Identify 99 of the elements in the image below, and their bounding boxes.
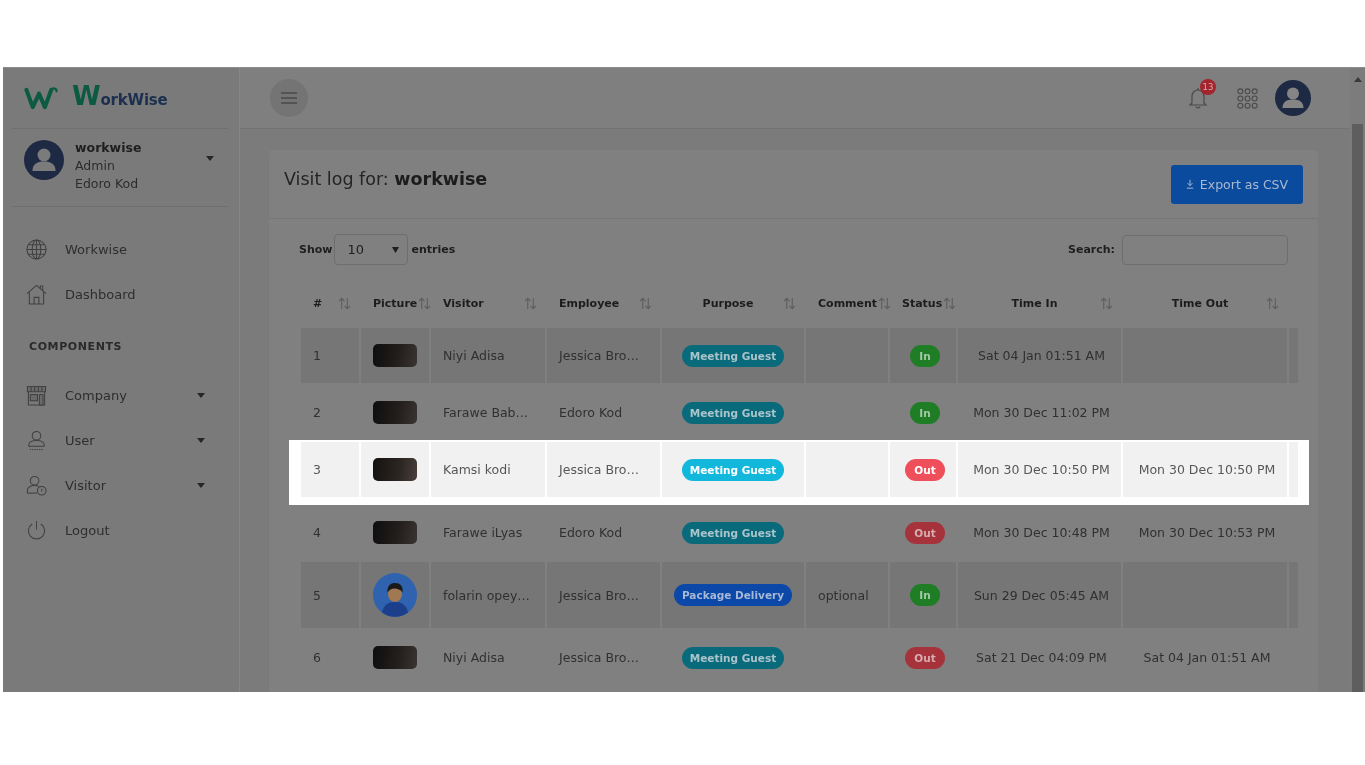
sort-arrows-icon: [338, 296, 351, 310]
status-badge: In: [910, 401, 940, 424]
visitor-name: Niyi Adisa: [431, 328, 545, 383]
caret-down-icon[interactable]: [206, 156, 214, 161]
user-icon: [26, 430, 47, 451]
export-csv-button[interactable]: Export as CSV: [1171, 164, 1303, 204]
purpose-tag: Meeting Guest: [681, 458, 785, 481]
sort-arrows-icon: [943, 296, 957, 310]
notification-count: 13: [1200, 79, 1216, 95]
purpose-tag: Meeting Guest: [681, 344, 785, 367]
time-out: Mon 30 Dec 10:50 PM: [1123, 442, 1287, 497]
comment-text: optional: [806, 562, 888, 628]
row-number: 3: [301, 442, 359, 497]
column-header[interactable]: Picture: [361, 285, 429, 321]
user-name: workwise: [75, 139, 142, 157]
photo-placeholder: [373, 646, 417, 669]
sort-arrows-icon: [639, 296, 652, 310]
user-avatar-icon: [24, 140, 64, 180]
row-number: 6: [312, 649, 322, 667]
row-number: 1: [301, 328, 359, 383]
status-badge: In: [910, 344, 940, 367]
sort-arrows-icon: [1266, 296, 1279, 310]
w-logo-icon: [24, 85, 59, 111]
visitor-name: Farawe Bab…: [442, 404, 530, 422]
show-label: Show: [299, 243, 333, 256]
column-header[interactable]: Time In: [958, 285, 1121, 321]
profile-avatar-icon[interactable]: [1275, 80, 1311, 116]
purpose-tag: Meeting Guest: [681, 646, 785, 669]
time-in: Mon 30 Dec 10:48 PM: [972, 524, 1111, 542]
user-role: Admin: [75, 157, 115, 175]
column-header[interactable]: Visitor: [431, 285, 545, 321]
column-header[interactable]: Comment: [806, 285, 888, 321]
sort-arrows-icon: [878, 296, 892, 310]
time-in: Mon 30 Dec 10:50 PM: [958, 442, 1121, 497]
apps-grid-icon[interactable]: [1237, 87, 1258, 109]
house-icon: [26, 284, 47, 305]
employee-name: Jessica Bro…: [547, 328, 660, 383]
status-badge: Out: [905, 458, 945, 481]
globe-icon: [26, 239, 47, 260]
time-in: Sat 04 Jan 01:51 AM: [958, 328, 1121, 383]
scroll-up-arrow-icon[interactable]: [1353, 77, 1362, 82]
storefront-icon: [26, 385, 47, 406]
visitor-name: Niyi Adisa: [442, 649, 506, 667]
purpose-tag: Meeting Guest: [681, 521, 785, 544]
nav-item[interactable]: Visitor: [12, 463, 228, 508]
logo-text: WorkWise: [72, 82, 168, 113]
employee-name: Jessica Bro…: [547, 442, 660, 497]
person-clock-icon: [26, 475, 47, 496]
sort-arrows-icon: [783, 296, 796, 310]
time-out: Sat 04 Jan 01:51 AM: [1142, 649, 1272, 667]
dropdown-arrow-icon: [392, 246, 400, 253]
row-number: 2: [312, 404, 322, 422]
entries-label: entries: [411, 243, 456, 256]
page-size-select[interactable]: 10: [334, 234, 409, 265]
nav-item[interactable]: Dashboard: [12, 272, 228, 317]
purpose-tag: Meeting Guest: [681, 401, 785, 424]
power-icon: [26, 520, 47, 541]
column-header[interactable]: #: [301, 285, 359, 321]
employee-name: Edoro Kod: [558, 524, 624, 542]
time-in: Sat 21 Dec 04:09 PM: [975, 649, 1108, 667]
photo-placeholder: [373, 458, 417, 481]
scrollbar-thumb[interactable]: [1352, 124, 1363, 692]
nav-item[interactable]: Logout: [12, 508, 228, 553]
column-header[interactable]: Purpose: [662, 285, 804, 321]
purpose-tag: Package Delivery: [673, 584, 793, 606]
row-number: 5: [301, 562, 359, 628]
time-out: Mon 30 Dec 10:53 PM: [1137, 524, 1277, 542]
cartoon-avatar-icon: [373, 573, 417, 617]
menu-icon: [281, 92, 297, 104]
company-name: Edoro Kod: [75, 175, 139, 193]
status-badge: In: [910, 584, 940, 606]
status-badge: Out: [905, 521, 945, 544]
visitor-name: folarin opey…: [431, 562, 545, 628]
search-label: Search:: [1068, 243, 1115, 256]
sort-arrows-icon: [1100, 296, 1113, 310]
sort-arrows-icon: [418, 296, 432, 310]
menu-button[interactable]: [270, 79, 308, 117]
nav-item[interactable]: User: [12, 418, 228, 463]
photo-placeholder: [373, 521, 417, 544]
nav-item[interactable]: Company: [12, 373, 228, 418]
visitor-name: Farawe iLyas: [442, 524, 524, 542]
status-badge: Out: [905, 646, 945, 669]
time-in: Mon 30 Dec 11:02 PM: [972, 404, 1111, 422]
row-number: 4: [312, 524, 322, 542]
download-icon: [1185, 179, 1194, 189]
time-in: Sun 29 Dec 05:45 AM: [958, 562, 1121, 628]
photo-placeholder: [373, 401, 417, 424]
section-heading: COMPONENTS: [28, 339, 124, 355]
visitor-name: Kamsi kodi: [431, 442, 545, 497]
column-header[interactable]: Time Out: [1123, 285, 1287, 321]
nav-item[interactable]: Workwise: [12, 227, 228, 272]
employee-name: Edoro Kod: [558, 404, 624, 422]
employee-name: Jessica Bro…: [547, 562, 660, 628]
card-title: Visit log for: workwise: [284, 169, 488, 189]
photo-placeholder: [373, 344, 417, 367]
column-header[interactable]: Status: [890, 285, 956, 321]
employee-name: Jessica Bro…: [557, 649, 640, 667]
sort-arrows-icon: [524, 296, 537, 310]
column-header[interactable]: Employee: [547, 285, 660, 321]
